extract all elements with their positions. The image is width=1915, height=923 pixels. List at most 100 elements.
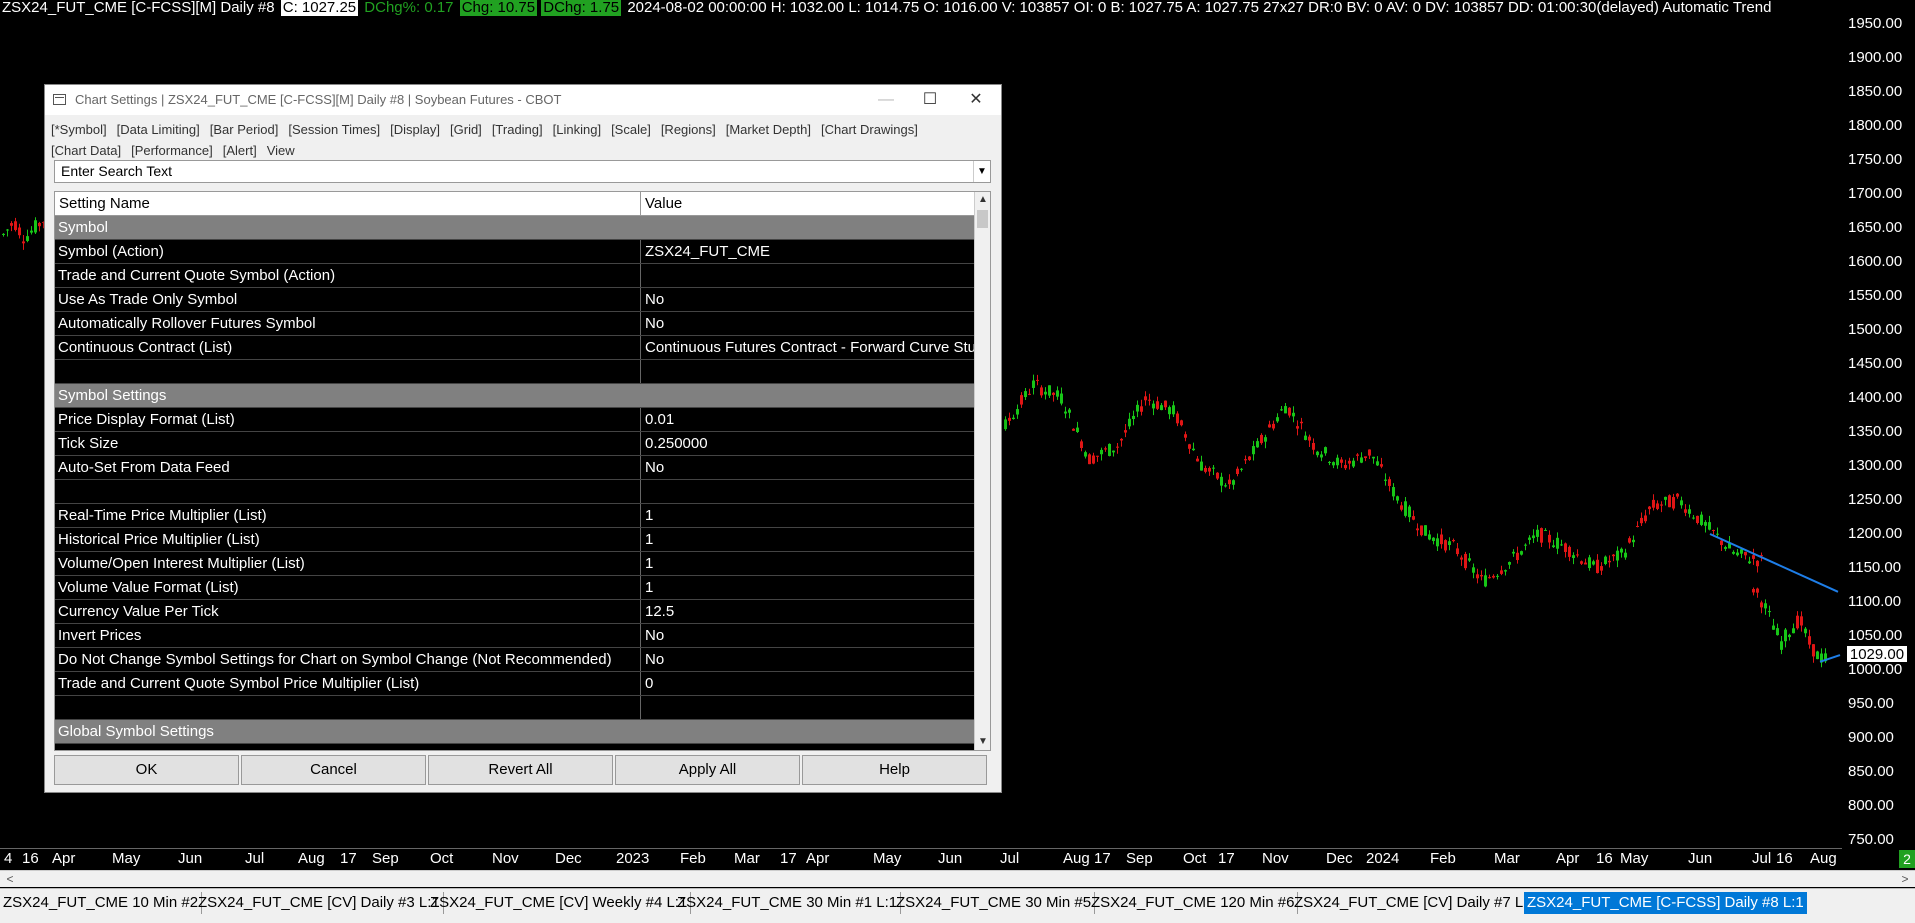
candle-body: [1016, 409, 1019, 415]
chartbook-tab[interactable]: ZSX24_FUT_CME 10 Min #2: [0, 892, 203, 914]
settings-menu-item[interactable]: [Scale]: [611, 119, 651, 140]
setting-value[interactable]: No: [645, 624, 974, 647]
section-header[interactable]: Symbol: [55, 216, 974, 240]
y-tick-label: 1600.00: [1848, 253, 1903, 270]
minimize-icon[interactable]: —: [863, 85, 909, 115]
section-header[interactable]: Global Symbol Settings: [55, 720, 974, 744]
candle-body: [1392, 487, 1395, 497]
candle-body: [1208, 467, 1211, 472]
setting-value[interactable]: No: [645, 288, 974, 311]
setting-row[interactable]: Currency Value Per Tick 12.5: [55, 600, 974, 624]
setting-row[interactable]: Automatically Rollover Futures Symbol No: [55, 312, 974, 336]
chartbook-tab[interactable]: ZSX24_FUT_CME [CV] Weekly #4 L:1: [427, 892, 692, 914]
settings-menu-item[interactable]: [Bar Period]: [210, 119, 279, 140]
chartbook-tab[interactable]: ZSX24_FUT_CME 30 Min #5: [893, 892, 1096, 914]
column-header-value[interactable]: Value: [645, 192, 682, 216]
candle-body: [1816, 651, 1819, 660]
scroll-right-icon[interactable]: >: [1897, 871, 1913, 887]
setting-value[interactable]: Continuous Futures Contract - Forward Cu…: [645, 336, 974, 359]
apply-all-button[interactable]: Apply All: [615, 755, 800, 785]
setting-value[interactable]: 1: [645, 552, 974, 575]
setting-value[interactable]: 1: [645, 504, 974, 527]
ok-button[interactable]: OK: [54, 755, 239, 785]
setting-row[interactable]: [55, 360, 974, 384]
setting-row[interactable]: [55, 696, 974, 720]
help-button[interactable]: Help: [802, 755, 987, 785]
settings-menu-item[interactable]: [Linking]: [553, 119, 601, 140]
setting-row[interactable]: Historical Price Multiplier (List) 1: [55, 528, 974, 552]
trend-line[interactable]: [1709, 533, 1839, 593]
setting-row[interactable]: Real-Time Price Multiplier (List) 1: [55, 504, 974, 528]
settings-menu-item[interactable]: [Session Times]: [288, 119, 380, 140]
setting-row[interactable]: Continuous Contract (List) Continuous Fut…: [55, 336, 974, 360]
setting-row[interactable]: Do Not Change Symbol Settings for Chart …: [55, 648, 974, 672]
setting-row[interactable]: Use As Trade Only Symbol No: [55, 288, 974, 312]
scroll-thumb[interactable]: [977, 210, 988, 228]
revert-all-button[interactable]: Revert All: [428, 755, 613, 785]
setting-value[interactable]: ZSX24_FUT_CME: [645, 240, 974, 263]
settings-menu-item[interactable]: [*Symbol]: [51, 119, 107, 140]
setting-value[interactable]: 12.5: [645, 600, 974, 623]
setting-value[interactable]: 0.250000: [645, 432, 974, 455]
cancel-button[interactable]: Cancel: [241, 755, 426, 785]
setting-row[interactable]: Auto-Set From Data Feed No: [55, 456, 974, 480]
scroll-down-icon[interactable]: ▼: [975, 734, 990, 750]
chartbook-tab[interactable]: ZSX24_FUT_CME [C-FCSS] Daily #8 L:1: [1524, 892, 1807, 914]
close-icon[interactable]: ✕: [953, 85, 999, 115]
setting-row[interactable]: Symbol (Action) ZSX24_FUT_CME: [55, 240, 974, 264]
candle-body: [1444, 540, 1447, 551]
setting-row[interactable]: Price Display Format (List) 0.01: [55, 408, 974, 432]
setting-value[interactable]: No: [645, 648, 974, 671]
setting-row[interactable]: Trade and Current Quote Symbol Price Mul…: [55, 672, 974, 696]
chartbook-tab[interactable]: ZSX24_FUT_CME 30 Min #1 L:1: [674, 892, 902, 914]
setting-row[interactable]: [55, 480, 974, 504]
setting-row[interactable]: Invert Prices No: [55, 624, 974, 648]
x-tick-label: Apr: [806, 850, 830, 867]
column-separator: [640, 528, 641, 551]
time-axis[interactable]: 4 16 Apr May Jun Jul Aug 17 Sep Oct Nov Dec 2023 Feb M…: [0, 848, 1842, 868]
setting-value[interactable]: 0.01: [645, 408, 974, 431]
candle-body: [1060, 393, 1063, 404]
setting-row[interactable]: Trade and Current Quote Symbol (Action): [55, 264, 974, 288]
setting-value[interactable]: No: [645, 456, 974, 479]
settings-menu-item[interactable]: [Display]: [390, 119, 440, 140]
settings-menu-item[interactable]: [Performance]: [131, 140, 213, 161]
column-separator: [640, 552, 641, 575]
chartbook-tab[interactable]: ZSX24_FUT_CME 120 Min #6: [1088, 892, 1299, 914]
settings-menu-item[interactable]: [Alert]: [223, 140, 257, 161]
price-axis[interactable]: 1950.00 1900.00 1850.00 1800.00 1750.00 1700.…: [1842, 0, 1915, 850]
chart-scrollbar[interactable]: < >: [0, 870, 1915, 887]
candle-body: [1608, 560, 1611, 563]
scroll-up-icon[interactable]: ▲: [975, 192, 990, 208]
setting-value[interactable]: No: [645, 312, 974, 335]
setting-value[interactable]: 1: [645, 576, 974, 599]
scroll-left-icon[interactable]: <: [2, 871, 18, 887]
settings-menu-item[interactable]: [Chart Data]: [51, 140, 121, 161]
search-input[interactable]: Enter Search Text ▼: [54, 160, 991, 183]
x-tick-label: May: [1620, 850, 1649, 867]
settings-menu-item[interactable]: [Regions]: [661, 119, 716, 140]
dialog-titlebar[interactable]: Chart Settings | ZSX24_FUT_CME [C-FCSS][…: [45, 85, 1001, 115]
maximize-icon[interactable]: ☐: [907, 85, 953, 115]
chartbook-tab[interactable]: ZSX24_FUT_CME [CV] Daily #7 L:1: [1291, 892, 1540, 914]
grid-scrollbar[interactable]: ▲ ▼: [974, 192, 990, 750]
setting-row[interactable]: Volume Value Format (List) 1: [55, 576, 974, 600]
candle-body: [1688, 509, 1691, 514]
settings-menu-item[interactable]: [Market Depth]: [726, 119, 811, 140]
setting-value[interactable]: 0: [645, 672, 974, 695]
candle-body: [1588, 557, 1591, 569]
candle-body: [1416, 528, 1419, 531]
setting-row[interactable]: Volume/Open Interest Multiplier (List) 1: [55, 552, 974, 576]
column-header-name[interactable]: Setting Name: [59, 192, 150, 216]
settings-menu-item[interactable]: [Data Limiting]: [117, 119, 200, 140]
settings-menu-item[interactable]: View: [267, 140, 295, 161]
settings-menu-item[interactable]: [Grid]: [450, 119, 482, 140]
x-tick-label: Nov: [492, 850, 519, 867]
section-header[interactable]: Symbol Settings: [55, 384, 974, 408]
settings-menu-item[interactable]: [Chart Drawings]: [821, 119, 918, 140]
settings-menu-item[interactable]: [Trading]: [492, 119, 543, 140]
chartbook-tab[interactable]: ZSX24_FUT_CME [CV] Daily #3 L:1: [195, 892, 444, 914]
chevron-down-icon[interactable]: ▼: [973, 161, 990, 182]
setting-row[interactable]: Tick Size 0.250000: [55, 432, 974, 456]
setting-value[interactable]: 1: [645, 528, 974, 551]
